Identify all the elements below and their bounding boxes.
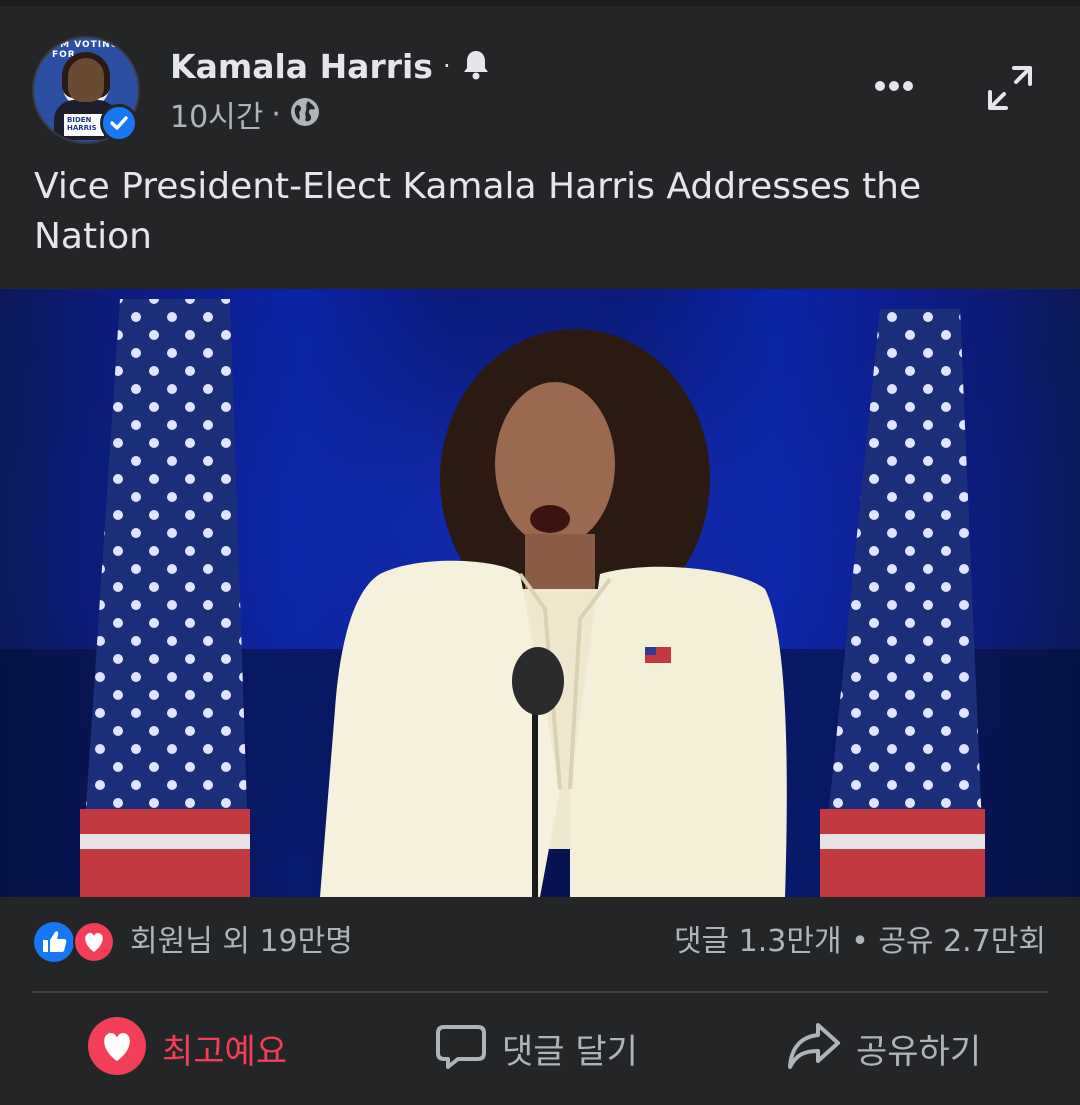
like-icon (34, 922, 74, 962)
action-bar: 최고예요 댓글 달기 공유하기 (0, 995, 1080, 1105)
share-label: 공유하기 (856, 1031, 982, 1072)
author-separator: · (442, 52, 451, 80)
post-title: Vice President-Elect Kamala Harris Addre… (34, 166, 922, 257)
reaction-stats: 회원님 외 19만명 댓글 1.3만개 • 공유 2.7만회 (0, 897, 1080, 991)
bell-icon[interactable] (461, 48, 491, 84)
avatar-face (68, 58, 104, 102)
avatar-badge-line1: BIDEN (67, 116, 92, 124)
post-header: I'M VOTING FOR BIDEN HARRIS Kamala Harri… (0, 6, 1080, 166)
expand-icon[interactable] (984, 62, 1036, 114)
love-icon (86, 1015, 148, 1081)
divider (32, 991, 1048, 993)
love-button[interactable]: 최고예요 (86, 1013, 287, 1083)
post-time[interactable]: 10시간 (170, 92, 263, 136)
video-frame (0, 289, 1080, 897)
love-icon (73, 921, 115, 963)
avatar-badge-line2: HARRIS (67, 124, 97, 132)
avatar-badge-text: BIDEN HARRIS (67, 116, 97, 132)
comment-button[interactable]: 댓글 달기 (434, 1013, 638, 1083)
reactions-summary[interactable]: 회원님 외 19만명 (130, 921, 353, 963)
verified-icon (100, 104, 138, 142)
reaction-icons[interactable] (32, 919, 118, 965)
author-name[interactable]: Kamala Harris (170, 47, 433, 86)
meta-separator: · (271, 96, 281, 132)
post-meta: 10시간 · (170, 92, 321, 136)
comment-label: 댓글 달기 (502, 1031, 638, 1072)
love-label: 최고예요 (162, 1031, 288, 1072)
video-player[interactable] (0, 289, 1080, 897)
comments-shares-count[interactable]: 댓글 1.3만개 • 공유 2.7만회 (674, 921, 1046, 963)
more-options-icon[interactable] (868, 66, 920, 106)
comment-icon (434, 1019, 488, 1077)
globe-icon (289, 96, 321, 132)
share-icon (786, 1019, 842, 1077)
share-button[interactable]: 공유하기 (786, 1013, 981, 1083)
author-line: Kamala Harris · (170, 44, 491, 88)
